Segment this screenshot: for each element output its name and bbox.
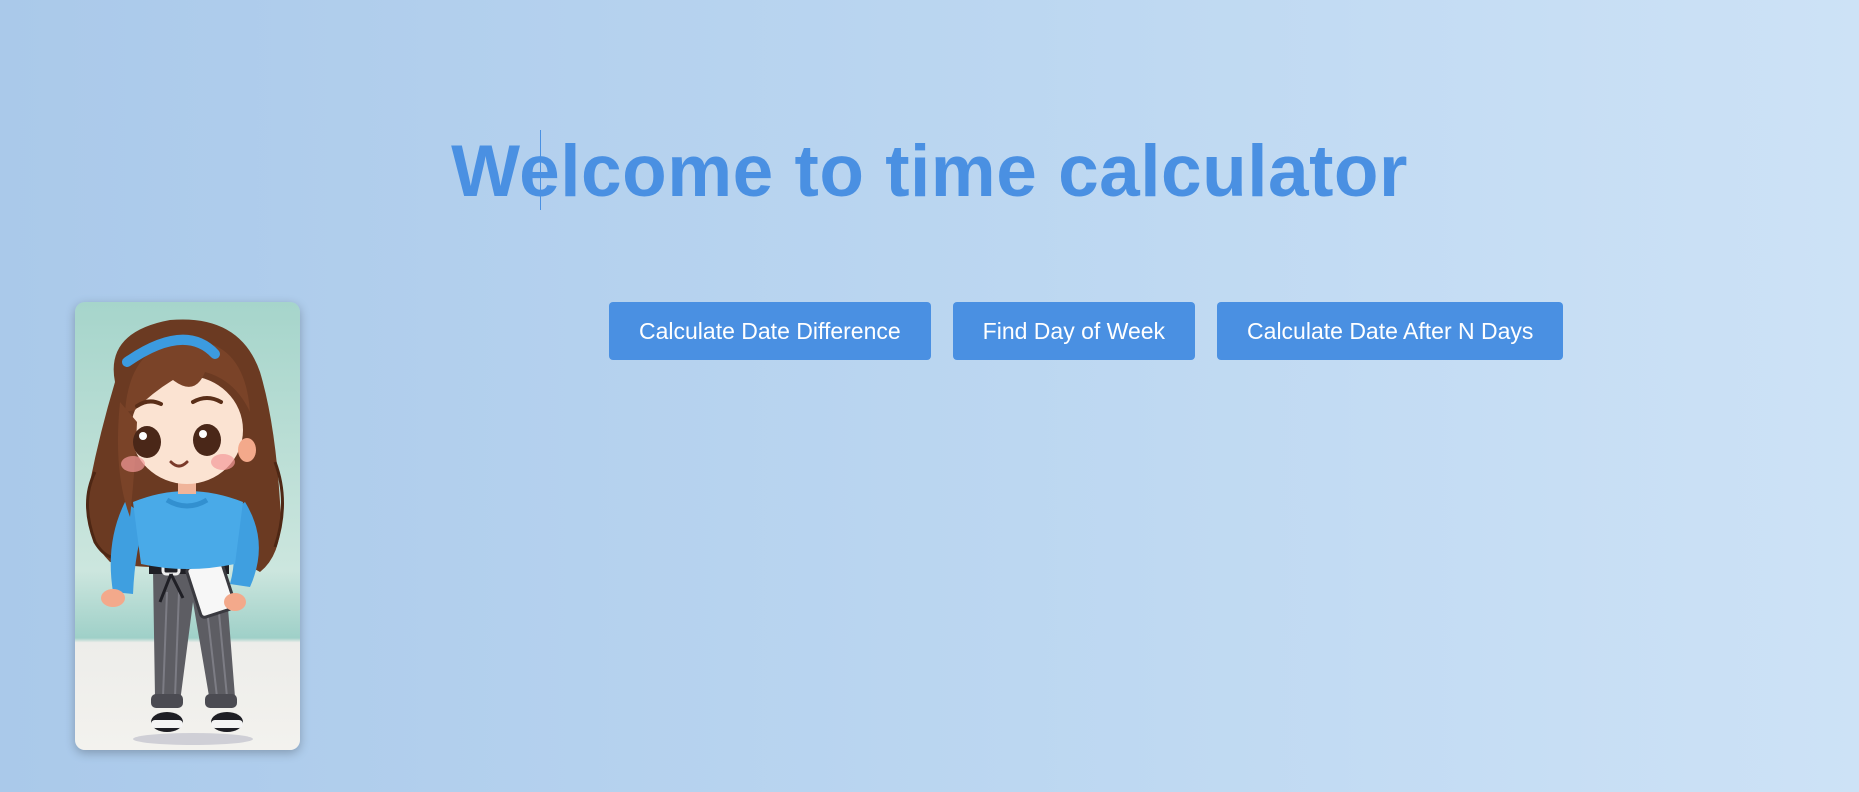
find-day-of-week-button[interactable]: Find Day of Week [952, 302, 1196, 360]
action-button-group: Calculate Date Difference Find Day of We… [609, 302, 1564, 360]
text-caret [540, 130, 541, 210]
cartoon-girl-avatar-icon [86, 319, 284, 745]
avatar [75, 302, 300, 750]
page-title: Welcome to time calculator [451, 131, 1408, 212]
calculate-date-after-n-days-button[interactable]: Calculate Date After N Days [1217, 302, 1564, 360]
calculate-date-difference-button[interactable]: Calculate Date Difference [609, 302, 931, 360]
